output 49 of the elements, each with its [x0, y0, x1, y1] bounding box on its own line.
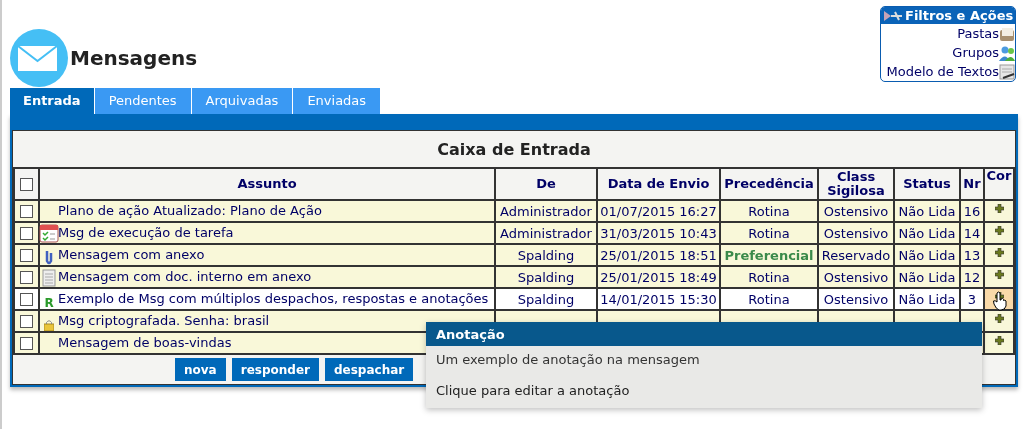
row-checkbox[interactable]: [20, 270, 33, 284]
plus-icon: [994, 248, 1004, 257]
row-checkbox[interactable]: [20, 226, 33, 240]
document-icon: [42, 269, 56, 287]
select-all-checkbox[interactable]: [20, 177, 33, 191]
plus-icon: [994, 336, 1004, 345]
plus-icon: [994, 270, 1004, 279]
row-checkbox[interactable]: [20, 248, 33, 262]
tab[interactable]: Entrada: [10, 88, 95, 114]
action-button[interactable]: responder: [231, 358, 319, 381]
row-checkbox[interactable]: [20, 336, 33, 350]
filters-title: Filtros e Ações: [905, 8, 1014, 23]
annotation-text: Um exemplo de anotação na mensagem: [436, 352, 700, 367]
envelope-icon: [10, 29, 68, 87]
column-header: Assunto: [39, 168, 495, 200]
message-subject[interactable]: Exemplo de Msg com múltiplos despachos, respostas e anotações: [58, 290, 489, 306]
column-header: Data de Envio: [597, 168, 720, 200]
filter-link[interactable]: Modelo de Textos: [886, 64, 999, 79]
action-button[interactable]: nova: [175, 358, 226, 381]
classification-cell: Reservado: [818, 244, 894, 266]
plus-icon: [994, 226, 1004, 235]
calendar-icon: [39, 223, 59, 243]
column-header: De: [495, 168, 597, 200]
filter-link[interactable]: Pastas: [957, 26, 999, 41]
column-header: Nr: [960, 168, 984, 200]
plus-icon: [994, 314, 1004, 323]
row-checkbox[interactable]: [20, 314, 33, 328]
annotation-popup[interactable]: Anotação Um exemplo de anotação na mensagem Clique para editar a anotação: [426, 322, 982, 408]
lock-icon: [44, 320, 54, 331]
folder-icon: [999, 25, 1015, 42]
column-header: Precedência: [720, 168, 818, 200]
column-header: Class Sigilosa: [818, 168, 894, 200]
reply-mark: R: [44, 297, 54, 309]
column-header: Cor: [984, 168, 1014, 200]
action-button[interactable]: despachar: [324, 358, 414, 381]
column-header: Status: [894, 168, 960, 200]
hand-cursor-icon: [993, 291, 1007, 311]
people-icon: [999, 44, 1015, 61]
precedence-cell: Rotina: [720, 266, 818, 288]
inbox-title: Caixa de Entrada: [436, 139, 592, 161]
paperclip-icon: [45, 249, 53, 265]
row-checkbox[interactable]: [20, 204, 33, 218]
annotation-hint: Clique para editar a anotação: [436, 383, 630, 398]
document-icon: [999, 63, 1015, 80]
row-checkbox[interactable]: [20, 292, 33, 306]
plus-icon: [994, 204, 1004, 213]
filter-link[interactable]: Grupos: [952, 45, 999, 60]
filter-icon: [883, 8, 903, 23]
page-title: Mensagens: [70, 46, 198, 70]
